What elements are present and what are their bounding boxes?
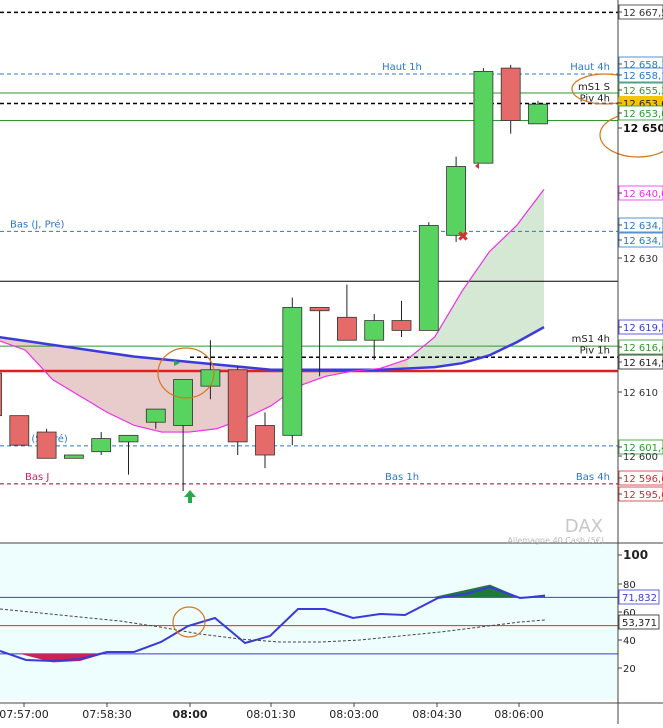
price-tick-label: 12 634,1 xyxy=(623,221,663,232)
price-tick-label: 12 658,1 xyxy=(623,71,663,82)
time-tick-label: 08:06:00 xyxy=(494,708,543,721)
time-tick-label: 08:04:30 xyxy=(412,708,461,721)
osc-tick-label: 80 xyxy=(623,580,636,591)
oscillator-background xyxy=(0,543,618,700)
time-tick-label: 08:03:00 xyxy=(329,708,378,721)
watermark-subtitle: Allemagne 40 Cash (5€) xyxy=(507,536,604,545)
sell-cross-icon: ✖ xyxy=(457,229,469,245)
price-tick-label: 12 616,6 xyxy=(623,343,663,354)
candle-body xyxy=(391,320,412,331)
level-bas-4h-label: Bas 4h xyxy=(576,472,610,483)
price-tick-label: 12 619,5 xyxy=(623,323,663,334)
candle-body xyxy=(500,67,521,121)
price-tick-label: 12 596,6 xyxy=(623,474,663,485)
price-tick-label: 12 653,0 xyxy=(623,109,663,120)
candle-body xyxy=(364,320,385,341)
price-tick-label: 12 634,1 xyxy=(623,236,663,247)
level-haut-4h-label: Haut 4h xyxy=(570,62,610,73)
chart-svg: Haut 4hHaut 1hmS1 SPiv 4hBas (J, Pré)mS1… xyxy=(0,0,663,724)
level-bas-1h-label: Bas 1h xyxy=(385,472,419,483)
candle-body xyxy=(473,70,494,164)
oscillator-panel xyxy=(0,542,663,700)
candle-body xyxy=(145,408,166,423)
candle-body xyxy=(0,372,2,417)
candle-body xyxy=(282,307,303,436)
candle-body xyxy=(528,103,548,125)
level-bas-j-label: Bas J xyxy=(25,472,49,483)
watermark-dax: DAX xyxy=(565,516,603,537)
level-piv-1h-label: Piv 1h xyxy=(580,345,610,356)
price-tick-label: 12 595,6 xyxy=(623,490,663,501)
time-tick-label: 08:00 xyxy=(172,708,207,721)
price-tick-label: 12 640,0 xyxy=(623,189,663,200)
price-tick-label: 12 630 xyxy=(623,254,658,265)
level-ms1-4h-label: mS1 4h xyxy=(572,334,610,345)
candle-body xyxy=(118,434,139,443)
osc-tick-label: 40 xyxy=(623,636,636,647)
candle-body xyxy=(64,454,84,459)
candle-body xyxy=(91,438,112,453)
osc-tick-label: 100 xyxy=(623,548,648,562)
time-tick-label: 07:58:30 xyxy=(82,708,131,721)
price-tick-label: 12 614,9 xyxy=(623,358,663,369)
level-bas-j-pre-label: Bas (J, Pré) xyxy=(10,218,64,230)
price-tick-label: 12 650 xyxy=(623,122,663,135)
candle-body xyxy=(227,369,248,443)
candle-body xyxy=(255,425,275,456)
osc-value-label: 71,832 xyxy=(622,593,657,604)
candle-body xyxy=(9,415,30,446)
price-tick-label: 12 667,5 xyxy=(623,8,663,19)
price-tick-label: 12 610 xyxy=(623,388,658,399)
candle-body xyxy=(309,307,330,312)
price-tick-label: 12 600 xyxy=(623,452,658,463)
time-tick-label: 08:01:30 xyxy=(246,708,295,721)
price-tick-label: 12 655,2 xyxy=(623,86,663,97)
candle-body xyxy=(173,379,194,426)
osc-tick-label: 20 xyxy=(623,664,636,675)
candle-body xyxy=(446,166,467,236)
candle-body xyxy=(36,431,57,459)
osc-value-label: 53,371 xyxy=(622,618,657,629)
candle-body xyxy=(200,369,221,387)
level-haut-1h-label: Haut 1h xyxy=(382,62,422,73)
time-tick-label: 07:57:00 xyxy=(0,708,49,721)
candle-body xyxy=(336,316,357,341)
candle-body xyxy=(418,225,439,331)
chart-root: Haut 4h Haut 1h mS1 S Piv 4h Bas (J, Pré) mS1… xyxy=(0,0,663,724)
level-ms1-s-label: mS1 S xyxy=(578,82,610,93)
